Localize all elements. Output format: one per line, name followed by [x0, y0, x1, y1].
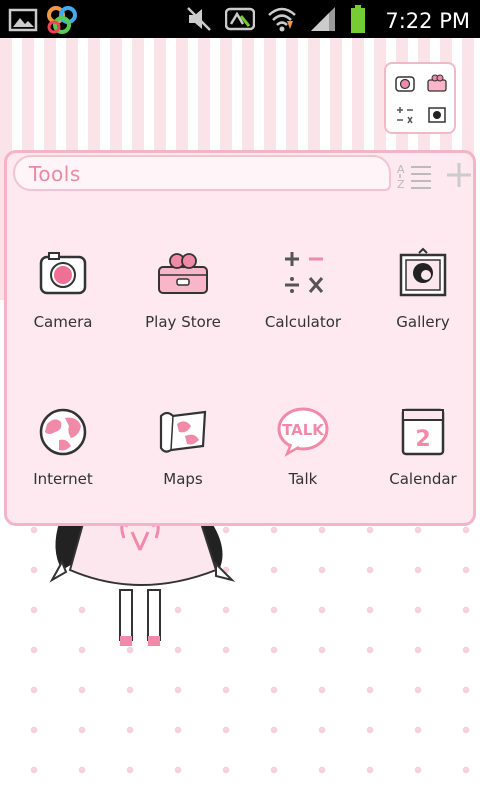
- app-play-store[interactable]: Play Store: [128, 245, 238, 355]
- calculator-icon: [397, 107, 413, 124]
- status-bar[interactable]: 7:22 PM: [0, 0, 480, 38]
- map-icon: [159, 410, 207, 453]
- play-store-icon: [427, 74, 447, 92]
- svg-text:2: 2: [415, 427, 430, 452]
- app-internet[interactable]: Internet: [8, 402, 118, 512]
- camera-icon: [39, 252, 87, 295]
- network-icon: [225, 6, 256, 36]
- battery-icon: [349, 4, 367, 38]
- app-calculator[interactable]: Calculator: [248, 245, 358, 355]
- svg-text:A: A: [397, 163, 405, 176]
- app-talk[interactable]: TALK Talk: [248, 402, 358, 512]
- folder-panel: Tools A Z Camera Play Store Calculator G…: [4, 150, 476, 526]
- calculator-icon: [285, 252, 324, 293]
- wifi-icon: [267, 5, 297, 37]
- app-label: Gallery: [396, 313, 450, 331]
- gallery-icon: [428, 107, 446, 123]
- gallery-notification-icon: [8, 7, 38, 37]
- svg-text:TALK: TALK: [282, 421, 325, 439]
- svg-text:Z: Z: [397, 178, 405, 191]
- talk-icon: TALK: [277, 407, 329, 457]
- app-gallery[interactable]: Gallery: [368, 245, 478, 355]
- app-camera[interactable]: Camera: [8, 245, 118, 355]
- app-label: Internet: [33, 470, 93, 488]
- go-launcher-icon: [46, 5, 78, 39]
- signal-icon: [309, 5, 337, 37]
- app-calendar[interactable]: 2 Calendar: [368, 402, 478, 512]
- app-label: Play Store: [145, 313, 221, 331]
- app-label: Calculator: [264, 313, 342, 331]
- wallpaper-girl-illustration: [40, 519, 250, 664]
- app-label: Calendar: [389, 470, 457, 488]
- add-app-button[interactable]: [445, 161, 473, 193]
- globe-icon: [39, 408, 87, 456]
- camera-icon: [395, 76, 415, 92]
- sort-az-button[interactable]: A Z: [395, 161, 435, 195]
- gallery-icon: [399, 247, 447, 297]
- mute-icon: [185, 5, 213, 37]
- folder-title[interactable]: Tools: [29, 162, 81, 186]
- clock: 7:22 PM: [385, 9, 470, 33]
- app-label: Maps: [163, 470, 203, 488]
- mini-folder-widget[interactable]: [384, 62, 456, 134]
- folder-name-field[interactable]: Tools: [13, 155, 391, 191]
- play-store-icon: [158, 253, 208, 294]
- calendar-icon: 2: [401, 408, 445, 456]
- app-maps[interactable]: Maps: [128, 402, 238, 512]
- app-label: Camera: [33, 313, 93, 331]
- sort-az-icon: A Z: [397, 163, 431, 191]
- plus-icon: [447, 163, 471, 187]
- app-label: Talk: [288, 470, 318, 488]
